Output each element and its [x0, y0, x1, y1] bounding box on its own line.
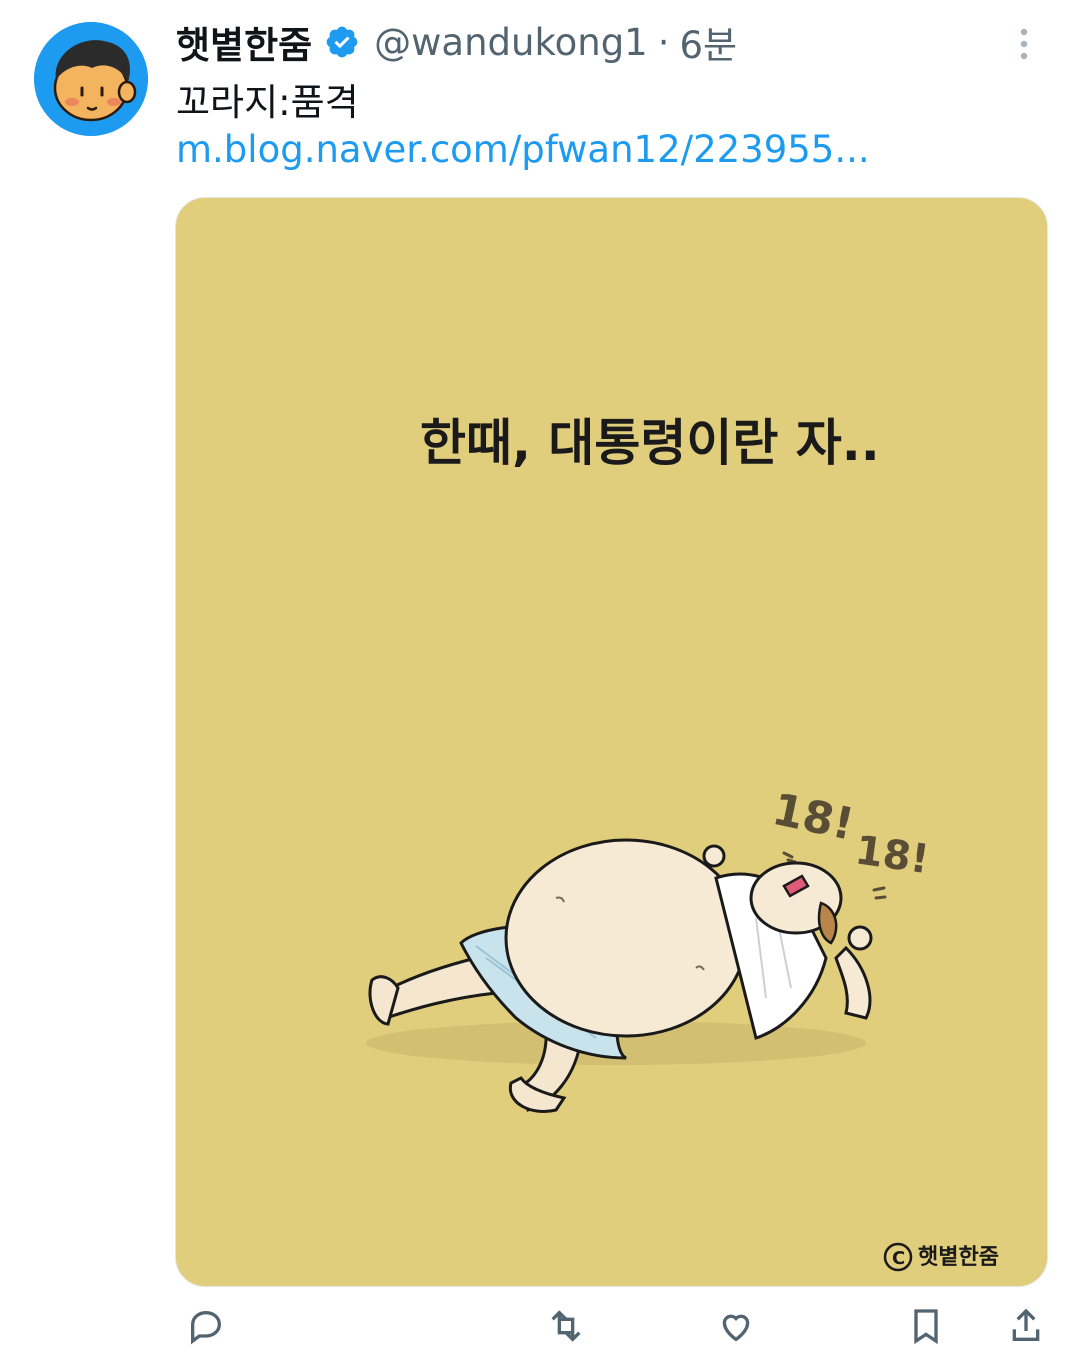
- comic-caption: 한때, 대통령이란 자..: [420, 414, 880, 472]
- tweet-link[interactable]: m.blog.naver.com/pfwan12/223955...: [176, 128, 870, 171]
- avatar[interactable]: [34, 22, 148, 136]
- svg-text:C: C: [892, 1248, 905, 1269]
- display-name[interactable]: 햇볕한줌: [176, 15, 312, 69]
- tweet-media-image[interactable]: 한때, 대통령이란 자.. 18! 18! C 햇볕한줌: [175, 197, 1048, 1287]
- share-icon[interactable]: [1006, 1306, 1046, 1346]
- tweet-header: 햇볕한줌 @wandukong1 · 6분: [176, 14, 737, 70]
- like-icon[interactable]: [716, 1306, 756, 1346]
- tweet-action-bar: [176, 1300, 1046, 1345]
- cartoon-face-avatar-icon: [34, 22, 148, 136]
- comic-illustration: 한때, 대통령이란 자.. 18! 18! C 햇볕한줌: [176, 198, 1047, 1286]
- bookmark-icon[interactable]: [906, 1306, 946, 1346]
- tweet-text: 꼬라지:품격: [176, 81, 359, 124]
- timestamp[interactable]: 6분: [679, 15, 737, 69]
- signature-text: 햇볕한줌: [918, 1245, 999, 1270]
- comic-background: [176, 198, 1047, 1286]
- more-options-icon[interactable]: [1004, 24, 1044, 64]
- reply-icon[interactable]: [186, 1306, 226, 1346]
- separator-dot: ·: [657, 20, 670, 64]
- verified-badge-icon: [326, 26, 358, 58]
- author-handle[interactable]: @wandukong1: [374, 21, 648, 64]
- retweet-icon[interactable]: [546, 1306, 586, 1346]
- comic-signature: C 햇볕한줌: [883, 1242, 999, 1272]
